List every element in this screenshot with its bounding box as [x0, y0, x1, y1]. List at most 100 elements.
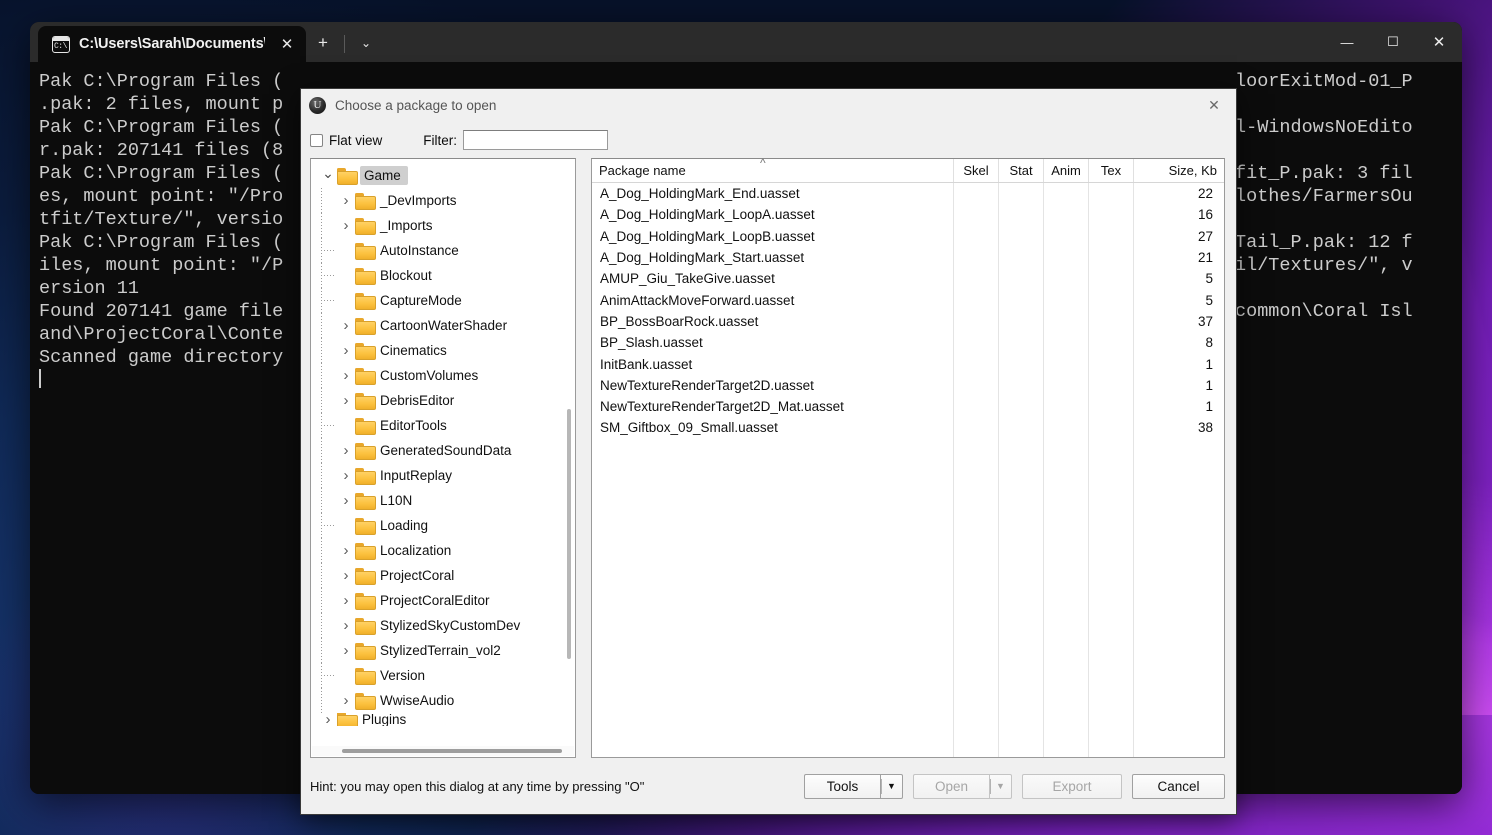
size-cell: 8: [1205, 335, 1213, 351]
tree-guide-line: [321, 313, 322, 338]
maximize-button[interactable]: ☐: [1370, 22, 1416, 62]
chevron-right-icon[interactable]: [319, 713, 337, 726]
tree-item-l10n[interactable]: L10N: [311, 488, 575, 513]
tools-dropdown-arrow-icon[interactable]: ▼: [880, 773, 903, 799]
size-cell: 1: [1205, 377, 1213, 393]
tree-item-wwiseaudio[interactable]: WwiseAudio: [311, 688, 575, 713]
tree-vertical-scrollbar[interactable]: [564, 409, 574, 659]
package-row[interactable]: A_Dog_HoldingMark_End.uasset 22: [592, 183, 1224, 204]
new-tab-button[interactable]: +: [306, 26, 340, 60]
package-row[interactable]: NewTextureRenderTarget2D.uasset 1: [592, 375, 1224, 396]
tree-item-inputreplay[interactable]: InputReplay: [311, 463, 575, 488]
tree-item-customvolumes[interactable]: CustomVolumes: [311, 363, 575, 388]
tree-item-label: Blockout: [380, 268, 432, 283]
column-header-tex[interactable]: Tex: [1089, 159, 1134, 182]
tree-item-label: InputReplay: [380, 468, 453, 483]
chevron-right-icon[interactable]: [337, 592, 355, 609]
package-row[interactable]: BP_BossBoarRock.uasset 37: [592, 311, 1224, 332]
tree-item-blockout[interactable]: Blockout: [311, 263, 575, 288]
column-header-size[interactable]: Size, Kb: [1134, 159, 1224, 182]
tree-item-debriseditor[interactable]: DebrisEditor: [311, 388, 575, 413]
scroll-thumb[interactable]: [567, 409, 571, 659]
tree-item-stylizedterrain-vol2[interactable]: StylizedTerrain_vol2: [311, 638, 575, 663]
chevron-right-icon[interactable]: [337, 617, 355, 634]
chevron-right-icon[interactable]: [337, 542, 355, 559]
package-row[interactable]: A_Dog_HoldingMark_LoopA.uasset 16: [592, 204, 1224, 225]
cancel-button[interactable]: Cancel: [1132, 773, 1225, 799]
close-icon[interactable]: ✕: [274, 31, 300, 57]
package-name-cell: A_Dog_HoldingMark_Start.uasset: [600, 250, 805, 266]
minimize-button[interactable]: —: [1324, 22, 1370, 62]
chevron-down-icon[interactable]: [319, 170, 337, 182]
tree-guide-line: [321, 188, 322, 213]
chevron-right-icon[interactable]: [337, 692, 355, 709]
terminal-tab[interactable]: C:\ C:\Users\Sarah\Documents\Co ✕: [38, 26, 306, 62]
package-row[interactable]: A_Dog_HoldingMark_LoopB.uasset 27: [592, 226, 1224, 247]
folder-tree-panel[interactable]: Game _DevImports _Imports AutoInstance Block…: [310, 158, 576, 758]
package-row[interactable]: SM_Giftbox_09_Small.uasset 38: [592, 417, 1224, 438]
chevron-right-icon[interactable]: [337, 317, 355, 334]
checkbox-box[interactable]: [310, 133, 323, 147]
tree-item-capturemode[interactable]: CaptureMode: [311, 288, 575, 313]
column-header-anim[interactable]: Anim: [1044, 159, 1089, 182]
tree-horizontal-scrollbar[interactable]: [312, 746, 574, 756]
tree-item-version[interactable]: Version: [311, 663, 575, 688]
package-list-panel[interactable]: Package name ^ Skel Stat Anim Tex Size, …: [591, 156, 1225, 758]
tree-item-devimports[interactable]: _DevImports: [311, 188, 575, 213]
flat-view-label: Flat view: [329, 132, 383, 148]
package-row[interactable]: A_Dog_HoldingMark_Start.uasset 21: [592, 247, 1224, 268]
folder-icon: [355, 593, 376, 610]
chevron-right-icon[interactable]: [337, 392, 355, 409]
filter-input[interactable]: [463, 130, 609, 150]
chevron-right-icon[interactable]: [337, 567, 355, 584]
open-button[interactable]: Open: [913, 773, 989, 799]
tree-item-loading[interactable]: Loading: [311, 513, 575, 538]
chevron-right-icon[interactable]: [337, 342, 355, 359]
dialog-close-icon[interactable]: ✕: [1192, 90, 1236, 122]
chevron-right-icon[interactable]: [337, 192, 355, 209]
tools-split-button[interactable]: Tools ▼: [804, 773, 903, 799]
tree-item-stylizedskycustomdev[interactable]: StylizedSkyCustomDev: [311, 613, 575, 638]
tree-item-partial[interactable]: Plugins: [311, 713, 575, 726]
open-split-button[interactable]: Open ▼: [913, 773, 1012, 799]
tree-item-label: StylizedSkyCustomDev: [380, 618, 521, 633]
tree-item-label: _DevImports: [380, 193, 457, 208]
chevron-right-icon[interactable]: [337, 217, 355, 234]
tree-item-cartoonwatershader[interactable]: CartoonWaterShader: [311, 313, 575, 338]
scroll-thumb[interactable]: [342, 749, 562, 753]
tools-button[interactable]: Tools: [804, 773, 880, 799]
tree-item-localization[interactable]: Localization: [311, 538, 575, 563]
tree-item-cinematics[interactable]: Cinematics: [311, 338, 575, 363]
package-row[interactable]: AMUP_Giu_TakeGive.uasset 5: [592, 268, 1224, 289]
chevron-right-icon[interactable]: [337, 442, 355, 459]
chevron-down-icon[interactable]: ⌄: [349, 26, 383, 60]
column-header-stat[interactable]: Stat: [999, 159, 1044, 182]
chevron-right-icon[interactable]: [337, 492, 355, 509]
size-cell: 22: [1197, 186, 1213, 202]
tree-item-projectcoraleditor[interactable]: ProjectCoralEditor: [311, 588, 575, 613]
tree-item-label: CustomVolumes: [380, 368, 479, 383]
tree-guide-stub: [321, 425, 335, 426]
column-header-skel[interactable]: Skel: [954, 159, 999, 182]
tree-item-projectcoral[interactable]: ProjectCoral: [311, 563, 575, 588]
close-button[interactable]: ✕: [1416, 22, 1462, 62]
flat-view-checkbox[interactable]: Flat view: [310, 133, 382, 148]
tree-item-generatedsounddata[interactable]: GeneratedSoundData: [311, 438, 575, 463]
column-header-package-name[interactable]: Package name ^: [592, 156, 954, 182]
chevron-right-icon[interactable]: [337, 467, 355, 484]
package-row[interactable]: InitBank.uasset 1: [592, 353, 1224, 374]
tree-item-editortools[interactable]: EditorTools: [311, 413, 575, 438]
package-name-cell: A_Dog_HoldingMark_LoopA.uasset: [600, 207, 815, 223]
chevron-right-icon[interactable]: [337, 367, 355, 384]
package-row[interactable]: AnimAttackMoveForward.uasset 5: [592, 289, 1224, 310]
chevron-right-icon[interactable]: [337, 642, 355, 659]
package-row[interactable]: NewTextureRenderTarget2D_Mat.uasset 1: [592, 396, 1224, 417]
tree-item-imports[interactable]: _Imports: [311, 213, 575, 238]
open-dropdown-arrow-icon[interactable]: ▼: [989, 773, 1012, 799]
tree-item-game[interactable]: Game: [311, 163, 575, 188]
tree-item-autoinstance[interactable]: AutoInstance: [311, 238, 575, 263]
package-row[interactable]: BP_Slash.uasset 8: [592, 332, 1224, 353]
folder-icon: [355, 318, 376, 335]
hint-text: Hint: you may open this dialog at any ti…: [310, 778, 645, 794]
export-button[interactable]: Export: [1022, 773, 1122, 799]
